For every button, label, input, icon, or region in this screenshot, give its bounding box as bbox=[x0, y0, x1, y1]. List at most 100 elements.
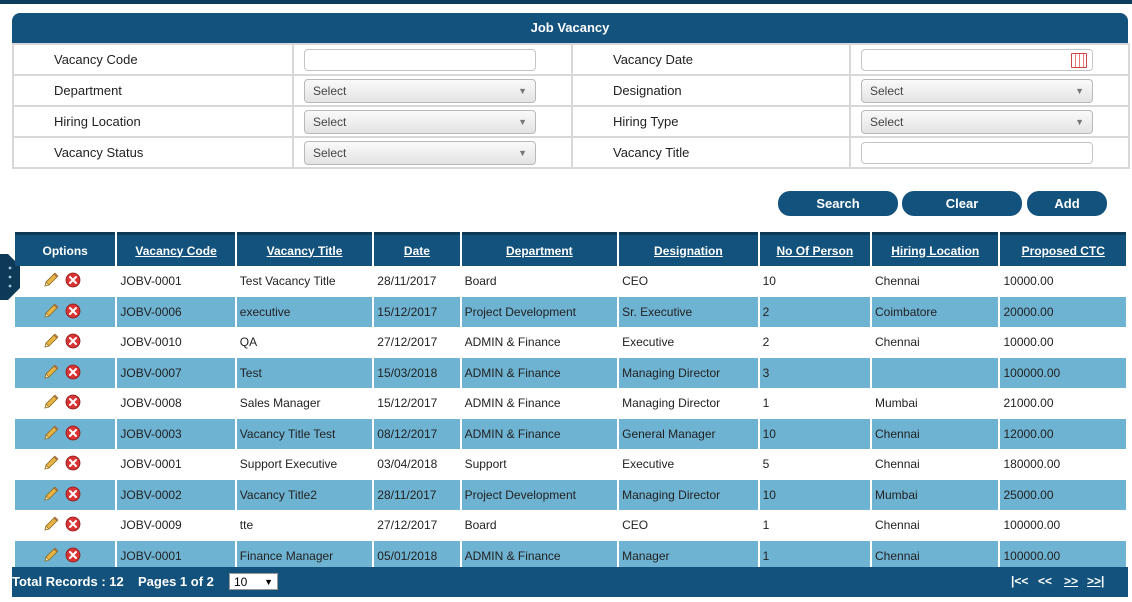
table-row: JOBV-0002 Vacancy Title2 28/11/2017 Project… bbox=[15, 479, 1126, 510]
designation-cell: Sr. Executive bbox=[619, 296, 758, 327]
table-row: JOBV-0001 Support Executive 03/04/2018 Supp… bbox=[15, 449, 1126, 479]
header-vacancy-code[interactable]: Vacancy Code bbox=[117, 232, 235, 266]
department-label: Department bbox=[12, 74, 294, 107]
header-hiring-location[interactable]: Hiring Location bbox=[872, 232, 999, 266]
no-of-person-cell: 2 bbox=[759, 296, 871, 327]
header-department[interactable]: Department bbox=[461, 232, 618, 266]
row-options bbox=[15, 449, 115, 479]
delete-icon[interactable] bbox=[65, 486, 81, 505]
row-options bbox=[15, 510, 115, 540]
header-no-of-person[interactable]: No Of Person bbox=[759, 232, 871, 266]
add-button[interactable]: Add bbox=[1027, 191, 1107, 216]
no-of-person-cell: 3 bbox=[759, 357, 871, 388]
pencil-icon[interactable] bbox=[43, 364, 59, 383]
vacancy-code-input[interactable] bbox=[304, 48, 536, 71]
department-cell: ADMIN & Finance bbox=[464, 396, 561, 410]
delete-icon[interactable] bbox=[65, 425, 81, 444]
vacancy-code-cell: JOBV-0008 bbox=[120, 396, 182, 410]
pencil-icon[interactable] bbox=[43, 425, 59, 444]
vacancy-status-label: Vacancy Status bbox=[12, 136, 294, 169]
vacancy-code-cell: JOBV-0009 bbox=[120, 518, 182, 532]
hiring-location-cell: Mumbai bbox=[872, 479, 999, 510]
delete-icon[interactable] bbox=[65, 364, 81, 383]
vacancy-title-cell: Test bbox=[236, 357, 373, 388]
table-row: JOBV-0006 executive 15/12/2017 Project Deve… bbox=[15, 296, 1126, 327]
vacancy-code-cell: JOBV-0001 bbox=[120, 457, 182, 471]
department-cell: Support bbox=[464, 457, 507, 471]
last-page-link[interactable]: >>| bbox=[1087, 574, 1104, 588]
delete-icon[interactable] bbox=[65, 394, 81, 413]
vacancy-title-cell: tte bbox=[239, 518, 254, 532]
department-select[interactable]: Select ▼ bbox=[304, 78, 536, 103]
vacancy-title-input[interactable] bbox=[861, 141, 1093, 164]
pencil-icon[interactable] bbox=[43, 333, 59, 352]
no-of-person-cell: 10 bbox=[762, 274, 776, 288]
pencil-icon[interactable] bbox=[43, 516, 59, 535]
designation-cell: CEO bbox=[622, 518, 649, 532]
header-vacancy-title[interactable]: Vacancy Title bbox=[236, 232, 373, 266]
pencil-icon[interactable] bbox=[43, 394, 59, 413]
header-proposed-ctc[interactable]: Proposed CTC bbox=[1000, 232, 1126, 266]
department-cell: ADMIN & Finance bbox=[461, 418, 618, 449]
search-button[interactable]: Search bbox=[778, 191, 898, 216]
vacancy-title-cell: Vacancy Title Test bbox=[236, 418, 373, 449]
delete-icon[interactable] bbox=[65, 303, 81, 322]
no-of-person-cell: 2 bbox=[762, 335, 770, 349]
row-options bbox=[15, 388, 115, 418]
vacancy-date-input[interactable] bbox=[861, 48, 1093, 71]
no-of-person-cell: 1 bbox=[762, 518, 770, 532]
designation-select[interactable]: Select ▼ bbox=[861, 78, 1093, 103]
vacancy-code-cell: JOBV-0010 bbox=[120, 335, 182, 349]
first-page-link[interactable]: |<< bbox=[1011, 574, 1028, 588]
pencil-icon[interactable] bbox=[43, 547, 59, 566]
hiring-type-select[interactable]: Select ▼ bbox=[861, 109, 1093, 134]
delete-icon[interactable] bbox=[65, 272, 81, 291]
date-cell: 15/12/2017 bbox=[377, 396, 438, 410]
delete-icon[interactable] bbox=[65, 516, 81, 535]
designation-select-value: Select bbox=[870, 83, 904, 98]
proposed-ctc-cell: 10000.00 bbox=[1003, 274, 1054, 288]
next-page-link[interactable]: >> bbox=[1064, 574, 1078, 588]
pencil-icon[interactable] bbox=[43, 486, 59, 505]
prev-page-link[interactable]: << bbox=[1038, 574, 1052, 588]
pencil-icon[interactable] bbox=[43, 272, 59, 291]
chevron-down-icon: ▼ bbox=[518, 116, 527, 127]
pagination-bar: Total Records : 12 Pages 1 of 2 10 ▼ |<< … bbox=[12, 567, 1128, 597]
page-size-select[interactable]: 10 ▼ bbox=[229, 573, 278, 590]
row-options bbox=[15, 296, 116, 327]
hiring-location-cell bbox=[872, 357, 999, 388]
chevron-down-icon: ▼ bbox=[1075, 85, 1084, 96]
row-options bbox=[15, 266, 115, 296]
vacancy-status-select[interactable]: Select ▼ bbox=[304, 140, 536, 165]
vacancy-title-cell: QA bbox=[239, 335, 258, 349]
delete-icon[interactable] bbox=[65, 455, 81, 474]
hiring-location-select-value: Select bbox=[313, 114, 347, 129]
proposed-ctc-cell: 180000.00 bbox=[1003, 457, 1061, 471]
vacancy-date-label: Vacancy Date bbox=[571, 43, 851, 76]
proposed-ctc-cell: 21000.00 bbox=[1003, 396, 1054, 410]
hiring-type-label: Hiring Type bbox=[571, 105, 851, 138]
chevron-down-icon: ▼ bbox=[518, 147, 527, 158]
table-row: JOBV-0008 Sales Manager 15/12/2017 ADMIN & … bbox=[15, 388, 1126, 418]
department-cell: Board bbox=[464, 518, 497, 532]
table-row: JOBV-0010 QA 27/12/2017 ADMIN & Finance Exec… bbox=[15, 327, 1126, 357]
proposed-ctc-cell: 10000.00 bbox=[1003, 335, 1054, 349]
vacancy-code-cell: JOBV-0003 bbox=[117, 418, 235, 449]
department-cell: Board bbox=[464, 274, 497, 288]
delete-icon[interactable] bbox=[65, 333, 81, 352]
hiring-location-select[interactable]: Select ▼ bbox=[304, 109, 536, 134]
header-designation[interactable]: Designation bbox=[619, 232, 758, 266]
vacancy-code-cell: JOBV-0007 bbox=[117, 357, 235, 388]
designation-cell: Managing Director bbox=[619, 479, 758, 510]
designation-cell: Managing Director bbox=[619, 357, 758, 388]
pencil-icon[interactable] bbox=[43, 455, 59, 474]
designation-label: Designation bbox=[571, 74, 851, 107]
delete-icon[interactable] bbox=[65, 547, 81, 566]
designation-cell: General Manager bbox=[619, 418, 758, 449]
header-date[interactable]: Date bbox=[374, 232, 460, 266]
calendar-icon[interactable] bbox=[1071, 52, 1087, 68]
clear-button[interactable]: Clear bbox=[902, 191, 1022, 216]
pencil-icon[interactable] bbox=[43, 303, 59, 322]
vacancy-title-cell: Sales Manager bbox=[239, 396, 321, 410]
proposed-ctc-cell: 12000.00 bbox=[1000, 418, 1126, 449]
